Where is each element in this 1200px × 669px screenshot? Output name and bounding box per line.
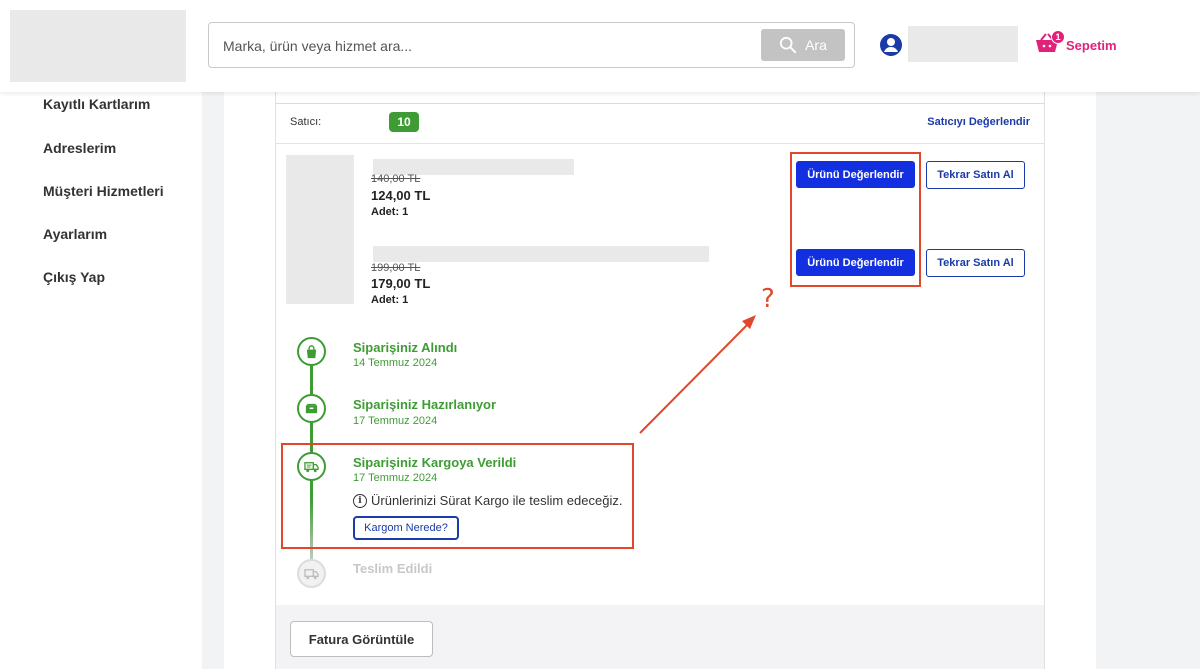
sidebar-item-customer-service[interactable]: Müşteri Hizmetleri	[43, 183, 164, 199]
sidebar-item-addresses[interactable]: Adreslerim	[43, 140, 116, 156]
product-title-placeholder[interactable]	[373, 246, 709, 262]
shopping-bag-icon	[306, 345, 317, 359]
seller-divider	[275, 143, 1045, 144]
product-quantity: Adet: 1	[371, 206, 409, 218]
timeline-node	[297, 559, 326, 588]
header: Ara 1 Sepetim	[0, 0, 1200, 92]
delivered-truck-icon	[304, 569, 319, 580]
search-bar: Ara	[208, 22, 855, 68]
cart-count-badge: 1	[1051, 30, 1065, 44]
search-button[interactable]: Ara	[761, 29, 845, 61]
basket-icon: 1	[1034, 30, 1065, 56]
timeline-step-title: Teslim Edildi	[353, 561, 433, 576]
annotation-highlight-box	[281, 443, 634, 549]
timeline-node	[297, 394, 326, 423]
search-icon	[779, 36, 797, 54]
timeline-step-title: Siparişiniz Hazırlanıyor	[353, 397, 497, 412]
product-price: 124,00 TL	[371, 188, 431, 203]
timeline-step-title: Siparişiniz Alındı	[353, 340, 458, 355]
card-divider	[275, 92, 1045, 104]
product-old-price: 140,00 TL	[371, 173, 421, 185]
timeline-step-date: 17 Temmuz 2024	[353, 415, 438, 427]
cart-label: Sepetim	[1066, 37, 1117, 53]
account-sidebar: Kayıtlı Kartlarım Adreslerim Müşteri Hiz…	[0, 92, 202, 669]
logo-placeholder[interactable]	[10, 10, 186, 82]
user-icon[interactable]	[879, 33, 903, 57]
sidebar-item-logout[interactable]: Çıkış Yap	[43, 269, 105, 285]
timeline-step-date: 14 Temmuz 2024	[353, 357, 438, 369]
user-name-placeholder[interactable]	[908, 26, 1018, 62]
buy-again-button[interactable]: Tekrar Satın Al	[926, 161, 1025, 189]
product-image-placeholder[interactable]	[286, 155, 354, 304]
seller-score-badge: 10	[389, 112, 419, 132]
sidebar-item-settings[interactable]: Ayarlarım	[43, 226, 107, 242]
product-quantity: Adet: 1	[371, 294, 409, 306]
box-icon	[305, 403, 318, 414]
product-old-price: 199,00 TL	[371, 262, 421, 274]
sidebar-item-saved-cards[interactable]: Kayıtlı Kartlarım	[43, 96, 150, 112]
search-button-label: Ara	[805, 37, 827, 53]
search-input[interactable]	[223, 35, 743, 57]
timeline-node	[297, 337, 326, 366]
seller-label: Satıcı:	[290, 116, 322, 128]
view-invoice-button[interactable]: Fatura Görüntüle	[290, 621, 433, 657]
cart-button[interactable]: 1 Sepetim	[1034, 30, 1117, 56]
buy-again-button[interactable]: Tekrar Satın Al	[926, 249, 1025, 277]
annotation-highlight-box	[790, 152, 921, 287]
product-price: 179,00 TL	[371, 276, 431, 291]
rate-seller-link[interactable]: Satıcıyı Değerlendir	[927, 116, 1030, 128]
annotation-question-mark: ?	[761, 284, 775, 314]
